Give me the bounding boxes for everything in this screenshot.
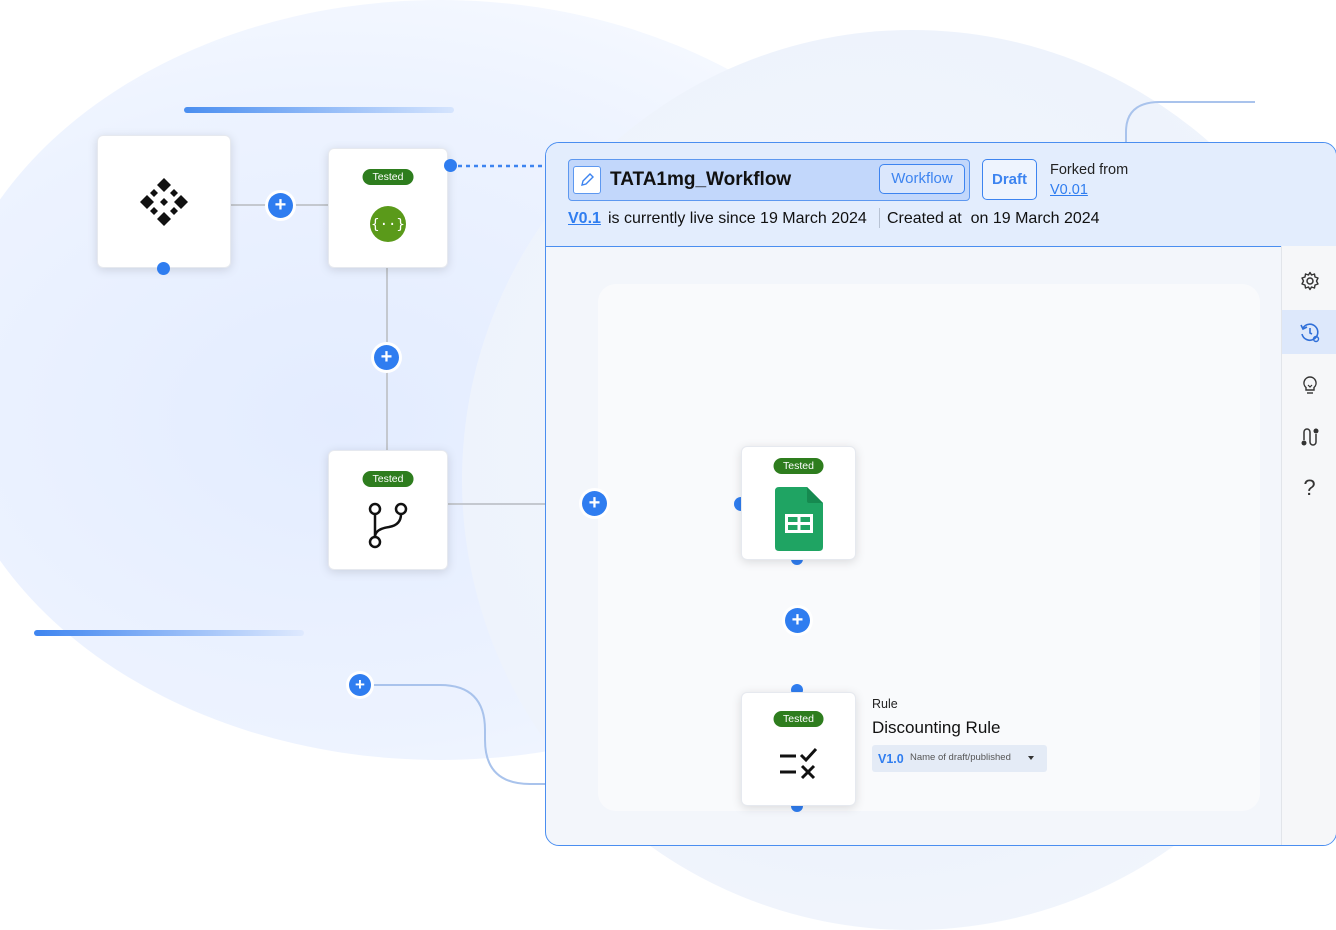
tested-badge: Tested [362, 169, 414, 185]
forked-version-link[interactable]: V0.01 [1050, 182, 1088, 198]
svg-text:{··}: {··} [371, 217, 405, 233]
live-status-text: is currently live since 19 March 2024 [608, 210, 867, 227]
node-port[interactable] [444, 159, 457, 172]
add-step-button[interactable]: + [349, 674, 371, 696]
rule-node[interactable]: Tested [741, 692, 856, 806]
divider [879, 208, 880, 228]
trigger-node[interactable] [97, 135, 231, 268]
chevron-down-icon [1028, 756, 1034, 760]
created-text: Created at on 19 March 2024 [887, 210, 1100, 227]
forked-from-label: Forked from [1050, 162, 1129, 178]
rule-name: Discounting Rule [872, 718, 1001, 737]
draft-status-button[interactable]: Draft [982, 159, 1037, 200]
tested-badge: Tested [773, 711, 824, 727]
workflow-panel: TATA1mg_Workflow Workflow Draft Forked f… [545, 142, 1336, 846]
tested-badge: Tested [773, 458, 824, 474]
diamond-logo-icon [140, 178, 188, 226]
workflow-title-box: TATA1mg_Workflow Workflow [568, 159, 970, 201]
history-settings-icon[interactable] [1282, 310, 1336, 354]
add-step-button[interactable]: + [785, 608, 810, 633]
add-step-button[interactable]: + [374, 345, 399, 370]
json-node[interactable]: Tested {··} [328, 148, 448, 268]
rule-type-label: Rule [872, 697, 898, 711]
gear-icon[interactable] [1282, 258, 1336, 302]
rule-version-select[interactable]: V1.0 Name of draft/published [872, 745, 1047, 772]
add-step-button[interactable]: + [268, 193, 293, 218]
panel-header: TATA1mg_Workflow Workflow Draft Forked f… [546, 143, 1336, 247]
workflow-type-button[interactable]: Workflow [879, 164, 965, 194]
branch-icon [368, 502, 408, 549]
route-icon[interactable] [1282, 414, 1336, 458]
sheets-node[interactable]: Tested [741, 446, 856, 560]
edit-title-button[interactable] [573, 166, 601, 194]
json-icon: {··} [370, 206, 406, 242]
lightbulb-icon[interactable] [1282, 362, 1336, 406]
add-step-button[interactable]: + [582, 491, 607, 516]
tested-badge: Tested [362, 471, 414, 487]
node-port[interactable] [157, 262, 170, 275]
rule-version-name: Name of draft/published [910, 752, 1011, 763]
pencil-icon [581, 173, 594, 186]
help-icon[interactable]: ? [1282, 466, 1336, 510]
rule-version: V1.0 [878, 752, 904, 766]
live-version-link[interactable]: V0.1 [568, 210, 601, 228]
rule-checklist-icon [780, 747, 818, 780]
router-node[interactable]: Tested [328, 450, 448, 570]
workflow-title[interactable]: TATA1mg_Workflow [610, 169, 791, 191]
right-rail: ? [1281, 246, 1336, 845]
google-sheets-icon [775, 487, 823, 551]
